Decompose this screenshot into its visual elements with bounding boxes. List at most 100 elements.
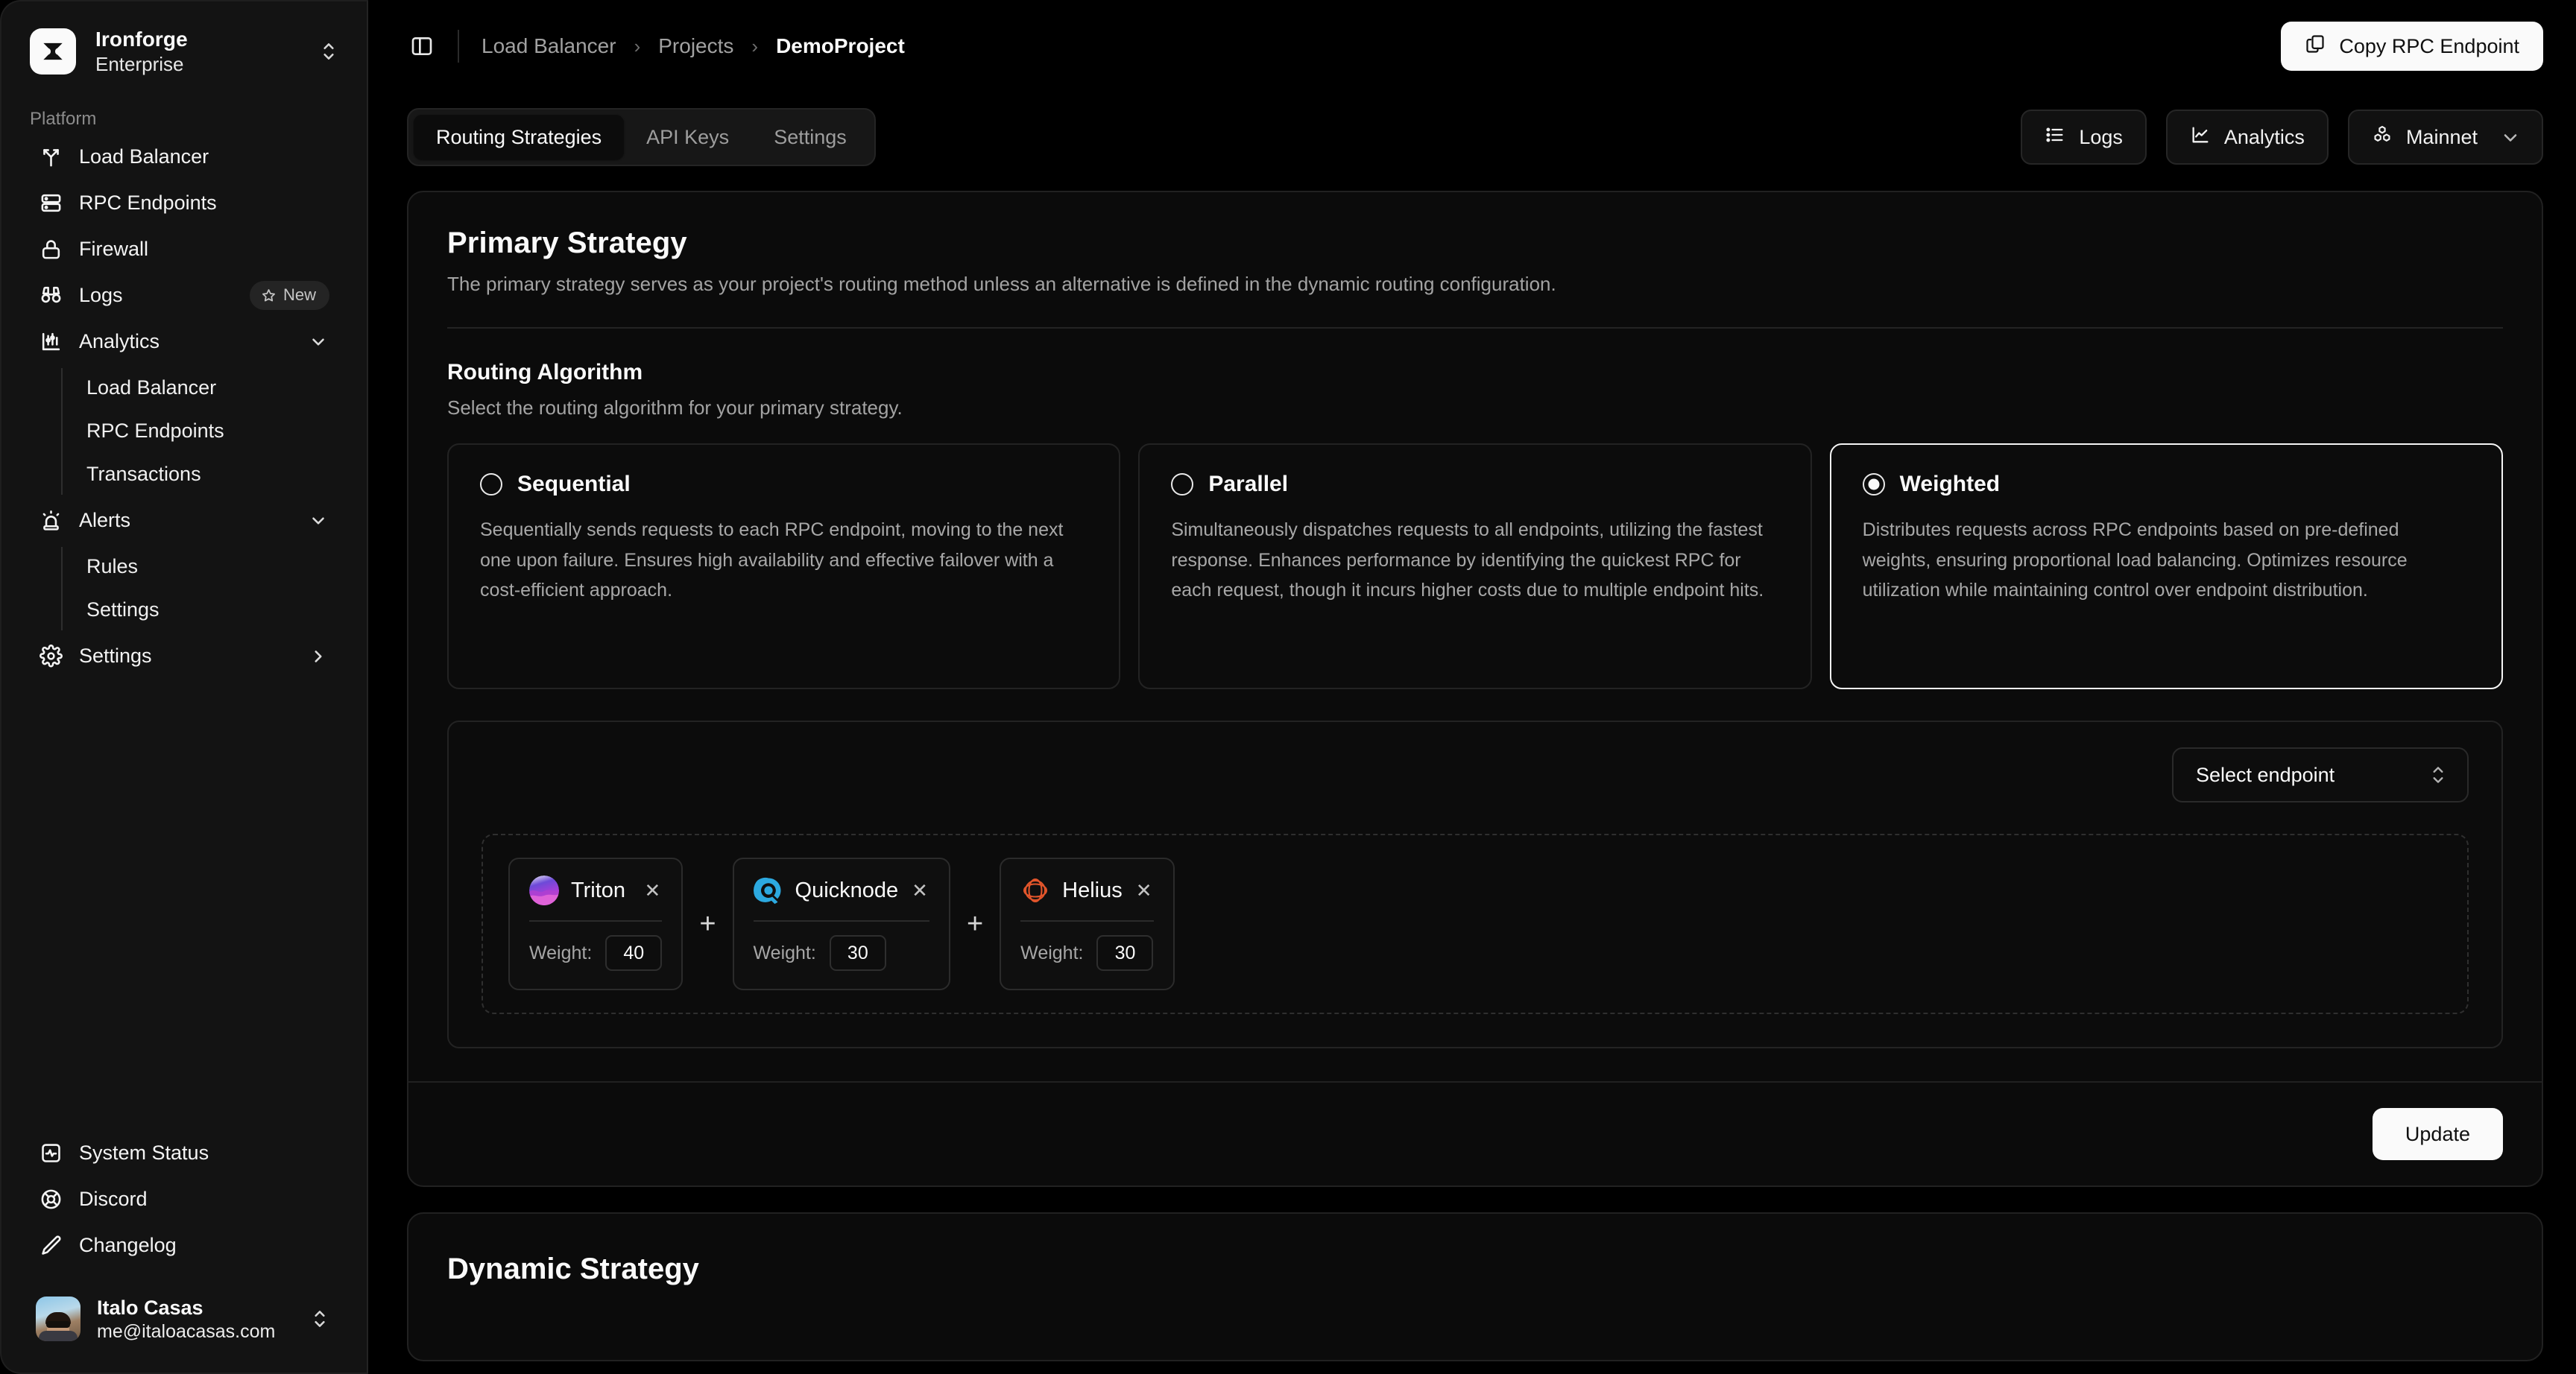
sidebar-item-label: RPC Endpoints xyxy=(79,191,217,215)
split-branch-icon xyxy=(39,145,63,169)
weight-input[interactable]: 40 xyxy=(605,935,663,971)
algorithm-option-parallel[interactable]: Parallel Simultaneously dispatches reque… xyxy=(1138,443,1812,689)
sidebar-item-logs[interactable]: Logs New xyxy=(27,273,341,319)
algorithm-option-weighted[interactable]: Weighted Distributes requests across RPC… xyxy=(1829,443,2503,689)
page-title: Primary Strategy xyxy=(447,227,687,259)
breadcrumb-item-projects[interactable]: Projects xyxy=(658,34,733,58)
endpoint-name: Triton xyxy=(571,878,626,902)
status-badge-new: New xyxy=(249,281,329,311)
sidebar-item-label: Settings xyxy=(79,645,152,668)
subitem-label: Settings xyxy=(86,598,160,621)
sidebar-nav: Load Balancer RPC Endpoints Firewall Log… xyxy=(1,134,367,680)
chevron-updown-icon[interactable] xyxy=(307,1307,332,1331)
weight-input[interactable]: 30 xyxy=(1096,935,1154,971)
analytics-button[interactable]: Analytics xyxy=(2165,110,2329,165)
line-chart-icon xyxy=(2190,124,2211,151)
tab-settings[interactable]: Settings xyxy=(751,115,869,159)
quicknode-logo-icon xyxy=(753,876,783,905)
analytics-button-label: Analytics xyxy=(2223,125,2305,148)
breadcrumb-item-current: DemoProject xyxy=(776,34,905,57)
routing-algorithm-options: Sequential Sequentially sends requests t… xyxy=(447,443,2503,689)
divider xyxy=(753,920,929,922)
weighted-config-panel: Select endpoint Triton ✕ Weight: 40 + Qu… xyxy=(447,721,2503,1048)
weight-label: Weight: xyxy=(529,942,593,963)
tab-routing-strategies[interactable]: Routing Strategies xyxy=(414,115,625,159)
panel-left-icon[interactable] xyxy=(407,31,437,61)
breadcrumb-item-load-balancer[interactable]: Load Balancer xyxy=(482,34,616,58)
sidebar-subitem-analytics-rpc-endpoints[interactable]: RPC Endpoints xyxy=(76,410,341,453)
activity-square-icon xyxy=(39,1142,63,1165)
main-content: Load Balancer › Projects › DemoProject C… xyxy=(368,0,2576,1374)
sidebar-item-load-balancer[interactable]: Load Balancer xyxy=(27,134,341,180)
endpoint-chip-quicknode: Quicknode ✕ Weight: 30 xyxy=(732,858,950,990)
algorithm-option-sequential[interactable]: Sequential Sequentially sends requests t… xyxy=(447,443,1121,689)
endpoint-chip-triton: Triton ✕ Weight: 40 xyxy=(508,858,684,990)
select-endpoint-dropdown[interactable]: Select endpoint xyxy=(2172,747,2469,802)
select-endpoint-value: Select endpoint xyxy=(2196,763,2335,786)
logs-button[interactable]: Logs xyxy=(2021,110,2147,165)
plus-separator: + xyxy=(699,908,716,940)
radio-weighted[interactable] xyxy=(1862,473,1885,496)
update-button[interactable]: Update xyxy=(2372,1108,2503,1160)
tab-api-keys[interactable]: API Keys xyxy=(624,115,751,159)
org-plan: Enterprise xyxy=(95,53,184,76)
sidebar-item-alerts[interactable]: Alerts xyxy=(27,498,341,544)
sidebar-subitem-alerts-rules[interactable]: Rules xyxy=(76,545,341,589)
algorithm-name: Sequential xyxy=(517,472,631,496)
divider xyxy=(529,920,663,922)
sidebar-item-label: Analytics xyxy=(79,330,160,353)
radio-parallel[interactable] xyxy=(1171,473,1194,496)
alerts-subnav: Rules Settings xyxy=(27,545,341,632)
sidebar-section-label: Platform xyxy=(30,108,97,129)
analytics-subnav: Load Balancer RPC Endpoints Transactions xyxy=(27,367,341,496)
routing-algorithm-title: Routing Algorithm xyxy=(447,360,643,384)
org-switcher[interactable]: Ironforge Enterprise xyxy=(1,1,367,76)
weight-label: Weight: xyxy=(1020,942,1084,963)
sidebar-item-label: System Status xyxy=(79,1142,209,1165)
routing-algorithm-description: Select the routing algorithm for your pr… xyxy=(447,396,903,419)
chevron-updown-icon[interactable] xyxy=(316,39,341,63)
org-name: Ironforge xyxy=(95,28,188,51)
sidebar-item-label: Changelog xyxy=(79,1234,177,1257)
lifebuoy-icon xyxy=(39,1188,63,1212)
weight-input[interactable]: 30 xyxy=(829,935,886,971)
breadcrumb: Load Balancer › Projects › DemoProject xyxy=(482,34,905,58)
remove-endpoint-button[interactable]: ✕ xyxy=(643,881,663,900)
divider xyxy=(458,30,459,63)
sidebar-item-discord[interactable]: Discord xyxy=(27,1177,341,1223)
sidebar-item-system-status[interactable]: System Status xyxy=(27,1130,341,1177)
remove-endpoint-button[interactable]: ✕ xyxy=(910,881,929,900)
subitem-label: RPC Endpoints xyxy=(86,420,224,443)
binoculars-icon xyxy=(39,284,63,308)
topbar: Load Balancer › Projects › DemoProject C… xyxy=(368,0,2576,92)
chevron-down-icon[interactable] xyxy=(307,511,329,531)
logs-button-label: Logs xyxy=(2079,125,2123,148)
chevron-down-icon[interactable] xyxy=(307,332,329,352)
endpoint-name: Quicknode xyxy=(795,878,899,902)
copy-rpc-endpoint-button[interactable]: Copy RPC Endpoint xyxy=(2281,22,2543,71)
chevron-right-icon[interactable] xyxy=(307,647,329,666)
algorithm-description: Simultaneously dispatches requests to al… xyxy=(1171,519,1764,601)
tabbar-actions: Logs Analytics Mainnet xyxy=(2021,110,2543,165)
sidebar-item-label: Logs xyxy=(79,284,123,307)
sidebar-item-analytics[interactable]: Analytics xyxy=(27,319,341,365)
copy-icon xyxy=(2305,34,2326,60)
sidebar-item-changelog[interactable]: Changelog xyxy=(27,1223,341,1269)
user-account-switcher[interactable]: Italo Casas me@italoacasas.com xyxy=(27,1288,341,1350)
copy-rpc-endpoint-label: Copy RPC Endpoint xyxy=(2339,34,2519,57)
sidebar-item-firewall[interactable]: Firewall xyxy=(27,227,341,273)
network-selector[interactable]: Mainnet xyxy=(2347,110,2543,165)
list-icon xyxy=(2045,124,2065,151)
dynamic-strategy-card: Dynamic Strategy xyxy=(407,1212,2543,1361)
primary-strategy-body: Primary Strategy The primary strategy se… xyxy=(408,192,2542,1048)
ironforge-logo-icon xyxy=(30,28,76,75)
sidebar-item-rpc-endpoints[interactable]: RPC Endpoints xyxy=(27,180,341,227)
sidebar-subitem-analytics-transactions[interactable]: Transactions xyxy=(76,453,341,496)
radio-sequential[interactable] xyxy=(480,473,502,496)
star-icon xyxy=(262,288,275,302)
sidebar-subitem-analytics-load-balancer[interactable]: Load Balancer xyxy=(76,367,341,410)
remove-endpoint-button[interactable]: ✕ xyxy=(1134,881,1154,900)
sidebar-item-settings[interactable]: Settings xyxy=(27,633,341,680)
sidebar-item-label: Firewall xyxy=(79,238,149,261)
sidebar-subitem-alerts-settings[interactable]: Settings xyxy=(76,589,341,632)
